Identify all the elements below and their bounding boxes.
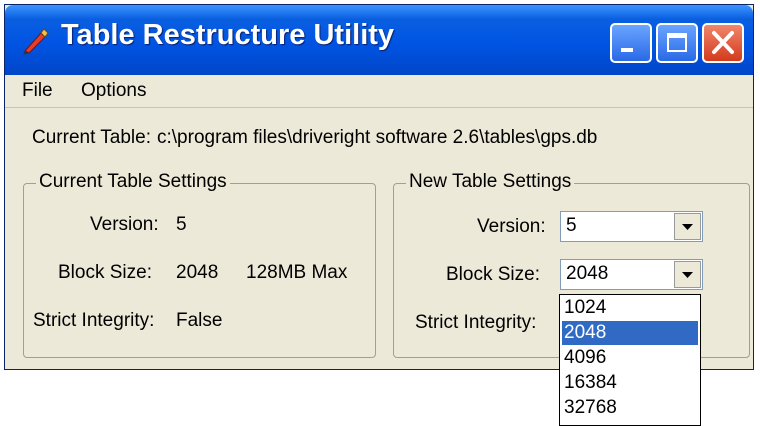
current-strict-value: False [176,310,223,331]
menu-file[interactable]: File [22,80,53,102]
window-title: Table Restructure Utility [61,19,395,51]
current-settings-group: Current Table Settings Version: 5 Block … [23,171,376,358]
close-icon [712,31,734,54]
dropdown-option-2048[interactable]: 2048 [562,321,698,345]
chevron-down-icon[interactable] [674,261,701,288]
menu-options[interactable]: Options [81,80,146,102]
current-block-size-note: 128MB Max [246,262,348,283]
maximize-icon [667,33,687,52]
current-table-path: c:\program files\driveright software 2.6… [157,127,598,148]
close-button[interactable] [702,23,744,63]
current-strict-label: Strict Integrity: [33,310,155,331]
maximize-button[interactable] [656,23,698,63]
current-table-row: Current Table: c:\program files\driverigh… [32,127,597,149]
current-block-size-label: Block Size: [58,262,152,283]
current-table-label: Current Table: [32,127,151,148]
new-settings-legend: New Table Settings [406,171,575,193]
title-bar[interactable]: Table Restructure Utility [5,5,753,75]
version-select[interactable]: 5 [560,211,703,242]
dropdown-option-32768[interactable]: 32768 [562,396,698,420]
current-settings-legend: Current Table Settings [36,171,230,193]
chevron-down-icon[interactable] [674,213,701,240]
block-size-select-value: 2048 [566,263,609,284]
new-strict-label: Strict Integrity: [415,312,537,333]
menu-bar: File Options [5,77,753,108]
current-block-size-value: 2048 [176,262,219,283]
minimize-icon [621,48,633,52]
dropdown-option-16384[interactable]: 16384 [562,371,698,395]
current-version-value: 5 [176,214,187,235]
current-version-label: Version: [90,214,159,235]
new-block-size-label: Block Size: [446,264,540,285]
new-version-label: Version: [477,216,546,237]
dropdown-option-1024[interactable]: 1024 [562,296,698,320]
minimize-button[interactable] [610,23,652,63]
block-size-select[interactable]: 2048 [560,259,703,290]
pen-icon [19,25,51,57]
block-size-dropdown-list: 1024 2048 4096 16384 32768 [559,294,701,426]
dropdown-option-4096[interactable]: 4096 [562,346,698,370]
version-select-value: 5 [566,215,577,236]
